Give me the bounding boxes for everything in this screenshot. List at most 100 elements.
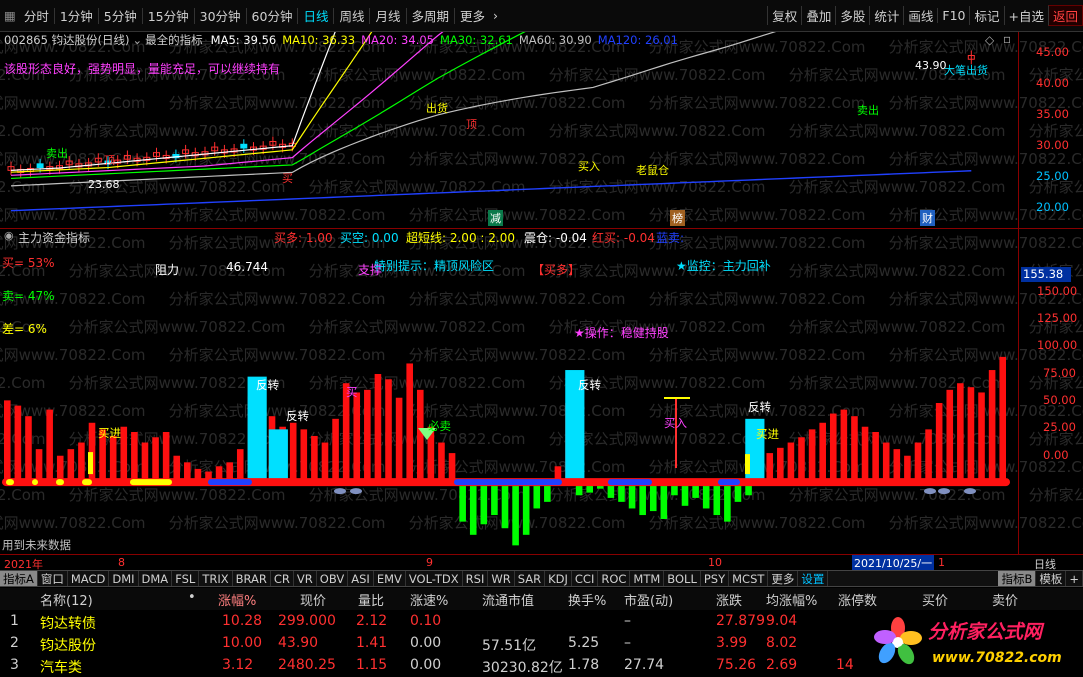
indicator-tab[interactable]: EMV [374,571,406,586]
watermark-text: 分析家公式网www.70822.Com [169,290,386,308]
period-tab[interactable]: 30分钟 [196,6,245,25]
column-header[interactable]: 名称(12) [40,590,93,609]
indicator-tab[interactable]: BOLL [664,571,701,586]
draw-line-button[interactable]: 画线 [903,6,937,25]
chevron-down-icon[interactable]: ⌄ [133,33,143,47]
column-header[interactable]: 买价 [922,590,948,609]
period-tab[interactable]: 更多 [456,6,489,25]
mark-button[interactable]: 标记 [969,6,1003,25]
indicator-tab-right[interactable]: 指标B [998,571,1037,586]
cell-chg: 75.26 [716,657,757,673]
fund-bar [141,442,149,483]
multi-stock-button[interactable]: 多股 [835,6,869,25]
column-header[interactable]: 均涨幅% [766,590,817,609]
fund-bar [120,426,128,483]
fund-bar [978,392,985,483]
period-tab[interactable]: 1分钟 [56,6,97,25]
indicator-tab[interactable]: 指标A [0,571,38,586]
cell-pct: 10.00 [222,635,263,651]
period-tab[interactable]: 15分钟 [144,6,193,25]
column-header[interactable]: 流通市值 [482,590,534,609]
indicator-tab[interactable]: CCI [572,571,599,586]
signal-buy: 买 [282,172,293,185]
column-header[interactable]: 市盈(动) [624,590,673,609]
watermark-text: 分析家公式网www.70822.Com [409,290,626,308]
watermark-text: 分析家公式网www.70822.Com [0,178,46,196]
period-tab[interactable]: 多周期 [408,6,454,25]
fund-bar [289,422,297,483]
indicator-tab-right[interactable]: 模板 [1036,571,1067,586]
period-tab[interactable]: 月线 [371,6,404,25]
period-tab[interactable]: 5分钟 [100,6,141,25]
period-tab[interactable]: 60分钟 [248,6,297,25]
overlay-button[interactable]: 叠加 [801,6,835,25]
indicator-tab[interactable]: 更多 [768,571,799,586]
column-header[interactable]: 涨幅% [218,590,256,609]
indicator-tab[interactable]: CR [271,571,294,586]
price-tick: 45.00 [1036,45,1069,59]
indicator-tab[interactable]: VOL-TDX [406,571,463,586]
column-header[interactable]: • [188,590,196,605]
period-tab[interactable]: 分时 [20,6,53,25]
add-watchlist-button[interactable]: +自选 [1003,6,1048,25]
indicator-tab[interactable]: OBV [317,571,349,586]
adjust-button[interactable]: 复权 [767,6,801,25]
indicator-tab[interactable]: KDJ [545,571,572,586]
indicator-tab[interactable]: BRAR [233,571,271,586]
grid-icon[interactable]: ▦ [0,8,20,23]
indicator-name[interactable]: 最全的指标 [145,32,203,48]
fund-bar [649,482,657,512]
stats-button[interactable]: 统计 [869,6,903,25]
column-header[interactable]: 涨速% [410,590,448,609]
column-header[interactable]: 卖价 [992,590,1018,609]
indicator-tab[interactable]: DMA [139,571,173,586]
indicator-tab[interactable]: WR [488,571,515,586]
indicator-tab[interactable]: ROC [598,571,631,586]
fund-bar [925,429,932,483]
column-header[interactable]: 量比 [358,590,384,609]
toolbar-right: 复权 叠加 多股 统计 画线 F10 标记 +自选 返回 [767,0,1083,31]
indicator-tab[interactable]: MCST [729,571,769,586]
indicator-tab[interactable]: PSY [701,571,730,586]
chevron-right-icon[interactable]: › [489,8,502,23]
indicator-tab-right[interactable]: + [1066,571,1083,586]
indicator-tab[interactable]: TRIX [199,571,233,586]
date-label: 2021年 [4,558,43,570]
indicator-tab[interactable]: 设置 [798,571,829,586]
watermark-text: 分析家公式网www.70822.Com [0,122,46,140]
watermark-text: 分析家公式网www.70822.Com [409,206,626,224]
signal-sell: 卖出 [857,104,879,117]
fund-bar [364,389,371,483]
fund-bar [469,482,477,535]
indicator-dropdown-icon[interactable]: ◉ [4,229,14,242]
back-button[interactable]: 返回 [1047,5,1083,26]
watermark-text: 分析家公式网www.70822.Com [169,94,386,112]
cell-pe: – [624,613,631,629]
indicator-tab[interactable]: VR [294,571,317,586]
period-tab[interactable]: 周线 [335,6,368,25]
indicator-title[interactable]: 主力资金指标 [18,229,90,246]
indicator-tab[interactable]: RSI [463,571,489,586]
expand-icon[interactable]: ▫ [1003,32,1011,46]
column-header[interactable]: 换手% [568,590,606,609]
watermark-text: 分析家公式网www.70822.Com [69,318,286,336]
indicator-tab[interactable]: ASI [348,571,374,586]
fund-bar [777,447,784,483]
fund-bar [25,416,32,483]
signal-reverse: 反转 [256,378,279,392]
period-tab-active[interactable]: 日线 [299,6,332,25]
indicator-tab[interactable]: 窗口 [38,571,68,586]
collapse-icon[interactable]: ◇ [985,33,994,47]
column-header[interactable]: 涨停数 [838,590,877,609]
column-header[interactable]: 涨跌 [716,590,742,609]
period-label[interactable]: 日线 [1034,556,1056,570]
indicator-tab[interactable]: MACD [68,571,110,586]
indicator-tab[interactable]: MTM [630,571,665,586]
date-label: 8 [118,556,125,569]
indicator-tab[interactable]: DMI [109,571,139,586]
indicator-tab[interactable]: SAR [515,571,546,586]
f10-button[interactable]: F10 [937,8,969,23]
signal-top: 顶 [104,154,115,167]
indicator-tab[interactable]: FSL [172,571,200,586]
column-header[interactable]: 现价 [300,590,326,609]
